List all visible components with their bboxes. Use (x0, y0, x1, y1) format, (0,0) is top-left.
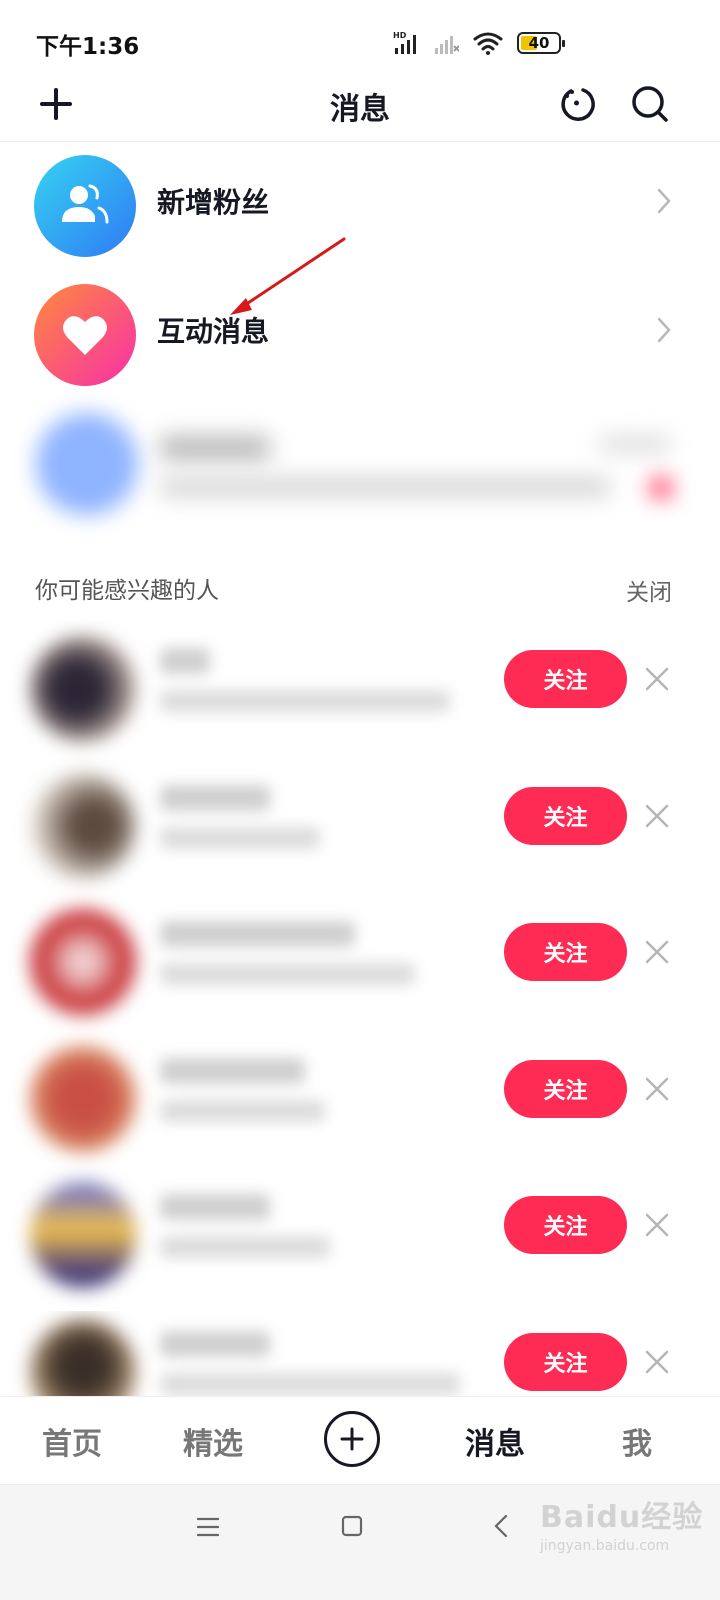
suggestion-avatar (30, 636, 136, 742)
bottom-nav: 首页 精选 消息 我 (0, 1396, 720, 1484)
suggestion-avatar (30, 909, 136, 1015)
nav-home[interactable]: 首页 (42, 1419, 102, 1463)
refresh-icon[interactable] (556, 82, 600, 126)
blurred-chat-time (600, 435, 670, 453)
suggestion-row: 关注 (0, 901, 720, 1031)
follow-button[interactable]: 关注 (504, 1333, 627, 1391)
status-time: 下午1:36 (36, 34, 140, 60)
suggestion-subtitle (160, 1373, 460, 1395)
close-icon[interactable] (644, 666, 670, 692)
suggestion-avatar (30, 1319, 136, 1396)
follow-button[interactable]: 关注 (504, 923, 627, 981)
close-icon[interactable] (644, 1076, 670, 1102)
search-icon[interactable] (628, 82, 672, 126)
suggestion-name (160, 785, 270, 811)
nav-me[interactable]: 我 (622, 1419, 652, 1463)
follow-button[interactable]: 关注 (504, 1196, 627, 1254)
fans-icon (34, 155, 136, 257)
watermark-url: jingyan.baidu.com (540, 1538, 670, 1554)
blurred-unread-badge (650, 477, 672, 499)
menu-icon[interactable] (196, 1516, 220, 1538)
suggestion-row: 关注 (0, 628, 720, 758)
suggestion-name (160, 1194, 270, 1220)
close-icon[interactable] (644, 1349, 670, 1375)
suggestion-row: 关注 (0, 1311, 720, 1396)
chevron-right-icon (657, 188, 671, 214)
suggestion-avatar (30, 773, 136, 879)
no-signal-icon (435, 36, 459, 54)
hd-signal-icon: HD (393, 31, 416, 54)
back-icon[interactable] (492, 1513, 510, 1539)
suggestion-subtitle (160, 963, 415, 985)
suggestion-row: 关注 (0, 1038, 720, 1168)
suggestion-subtitle (160, 1236, 330, 1258)
battery-level: 40 (528, 34, 550, 52)
suggestion-subtitle (160, 690, 450, 712)
suggestions-close-link[interactable]: 关闭 (626, 573, 672, 607)
interactions-row[interactable]: 互动消息 (0, 276, 720, 394)
home-icon[interactable] (341, 1515, 363, 1537)
watermark-text: Baidu经验 (540, 1500, 704, 1535)
page-title: 消息 (330, 92, 390, 127)
interactions-label: 互动消息 (157, 315, 270, 348)
suggestion-name (160, 1058, 305, 1084)
blurred-chat-preview (160, 477, 610, 497)
close-icon[interactable] (644, 939, 670, 965)
suggestion-name (160, 648, 210, 674)
suggestion-row: 关注 (0, 765, 720, 895)
follow-button[interactable]: 关注 (504, 787, 627, 845)
suggestions-title: 你可能感兴趣的人 (35, 578, 219, 604)
suggestion-subtitle (160, 1100, 325, 1122)
suggestion-row: 关注 (0, 1174, 720, 1304)
suggestion-subtitle (160, 827, 320, 849)
nav-featured[interactable]: 精选 (183, 1419, 243, 1463)
blurred-chat-name (160, 435, 270, 461)
status-icons: HD 40 (393, 26, 565, 60)
close-icon[interactable] (644, 1212, 670, 1238)
follow-button[interactable]: 关注 (504, 650, 627, 708)
suggestion-avatar (30, 1182, 136, 1288)
nav-messages[interactable]: 消息 (465, 1419, 525, 1463)
status-bar: 下午1:36 HD 40 (0, 0, 720, 80)
plus-circle-icon[interactable] (324, 1411, 380, 1467)
close-icon[interactable] (644, 803, 670, 829)
new-fans-row[interactable]: 新增粉丝 (0, 147, 720, 265)
suggestion-name (160, 1331, 270, 1357)
blurred-chat-row[interactable] (0, 405, 720, 525)
suggestion-avatar (30, 1046, 136, 1152)
watermark: Baidu经验 jingyan.baidu.com (540, 1492, 703, 1554)
suggestion-name (160, 921, 355, 947)
chevron-right-icon (657, 317, 671, 343)
blurred-chat-avatar (36, 413, 138, 515)
new-fans-label: 新增粉丝 (157, 186, 270, 219)
app-header: 消息 (0, 70, 720, 142)
wifi-icon (473, 32, 503, 55)
battery-icon: 40 (517, 32, 565, 54)
svg-text:HD: HD (393, 31, 407, 40)
follow-button[interactable]: 关注 (504, 1060, 627, 1118)
heart-icon (34, 284, 136, 386)
